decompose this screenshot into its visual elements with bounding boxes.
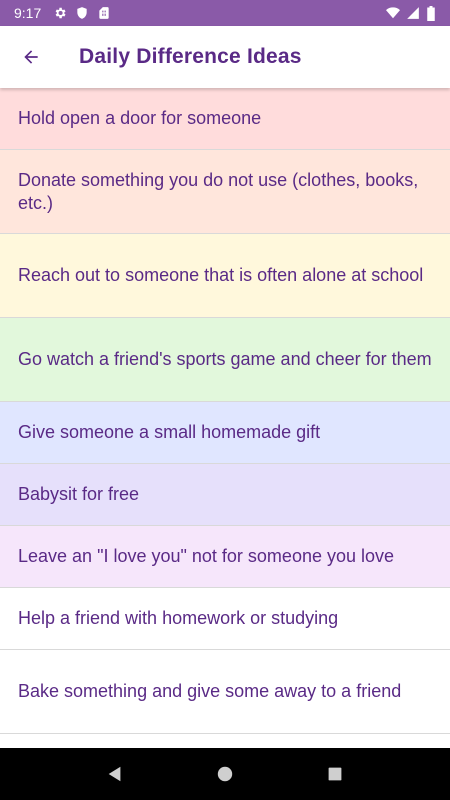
list-item-label: Donate something you do not use (clothes… <box>18 169 419 213</box>
ideas-list: Hold open a door for someone Donate some… <box>0 88 450 734</box>
list-item[interactable]: Give someone a small homemade gift <box>0 402 450 464</box>
app-bar: Daily Difference Ideas <box>0 26 450 88</box>
list-item-label: Help a friend with homework or studying <box>18 608 339 628</box>
status-bar: 9:17 <box>0 0 450 26</box>
list-item[interactable]: Reach out to someone that is often alone… <box>0 234 450 318</box>
nav-back-button[interactable] <box>95 754 135 794</box>
wifi-icon <box>386 6 400 20</box>
recents-square-icon <box>327 766 343 782</box>
navigation-bar <box>0 748 450 800</box>
page-title: Daily Difference Ideas <box>79 45 302 68</box>
list-item-label: Reach out to someone that is often alone… <box>18 265 424 285</box>
list-item[interactable]: Leave an "I love you" not for someone yo… <box>0 526 450 588</box>
list-item[interactable]: Go watch a friend's sports game and chee… <box>0 318 450 402</box>
list-item-label: Leave an "I love you" not for someone yo… <box>18 546 395 566</box>
list-item-label: Give someone a small homemade gift <box>18 422 321 442</box>
list-item-label: Hold open a door for someone <box>18 108 262 128</box>
back-triangle-icon <box>106 765 124 783</box>
shield-icon <box>75 6 89 20</box>
list-item[interactable]: Bake something and give some away to a f… <box>0 650 450 734</box>
nav-recents-button[interactable] <box>315 754 355 794</box>
back-button[interactable] <box>0 26 62 88</box>
status-time: 9:17 <box>14 5 42 21</box>
list-item[interactable]: Hold open a door for someone <box>0 88 450 150</box>
list-item-label: Bake something and give some away to a f… <box>18 681 402 701</box>
home-circle-icon <box>216 765 234 783</box>
list-item[interactable]: Help a friend with homework or studying <box>0 588 450 650</box>
nav-home-button[interactable] <box>205 754 245 794</box>
arrow-left-icon <box>21 47 41 67</box>
battery-icon <box>426 6 440 21</box>
list-item-label: Babysit for free <box>18 484 140 504</box>
settings-icon <box>53 6 67 20</box>
signal-icon <box>406 6 420 20</box>
list-item[interactable]: Donate something you do not use (clothes… <box>0 150 450 234</box>
list-item[interactable]: Babysit for free <box>0 464 450 526</box>
list-item-label: Go watch a friend's sports game and chee… <box>18 349 432 369</box>
sim-card-icon <box>97 6 111 20</box>
